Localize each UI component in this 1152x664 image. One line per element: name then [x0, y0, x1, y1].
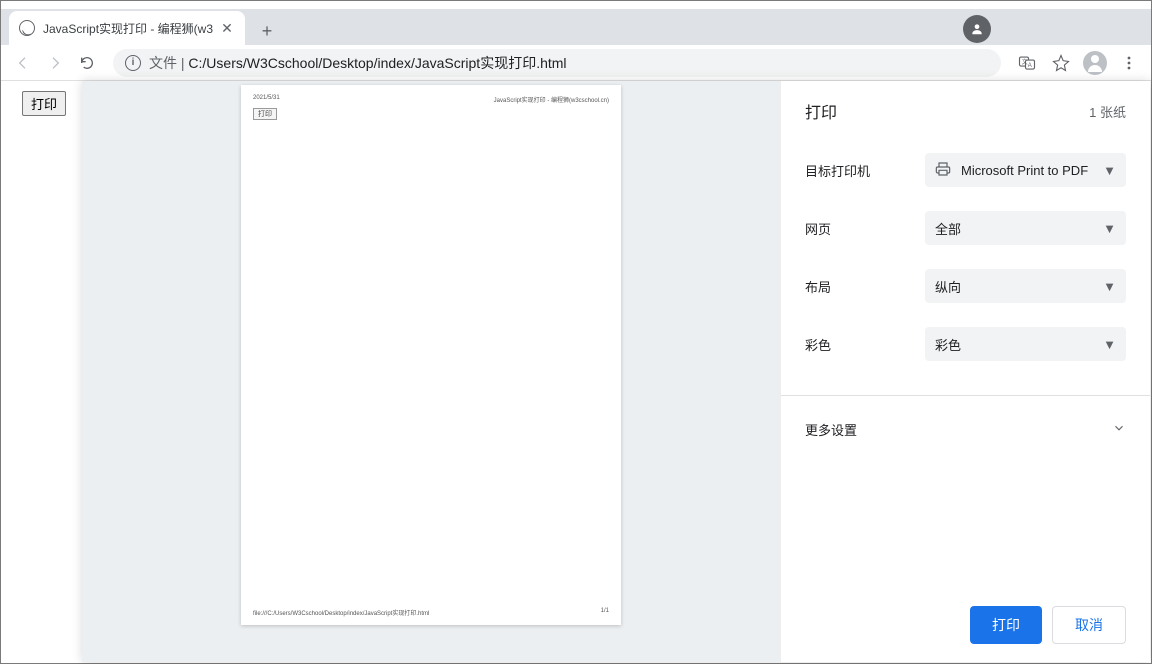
- destination-value: Microsoft Print to PDF: [961, 163, 1088, 178]
- preview-title: JavaScript实现打印 - 编程狮(w3cschool.cn): [494, 95, 609, 104]
- url-scheme: 文件: [149, 55, 177, 71]
- tab-close-button[interactable]: ✕: [219, 20, 235, 36]
- more-settings-toggle[interactable]: 更多设置: [805, 416, 1126, 443]
- page-content: 打印: [2, 81, 82, 662]
- color-label: 彩色: [805, 335, 925, 354]
- color-value: 彩色: [935, 335, 961, 354]
- profile-button[interactable]: [1081, 49, 1109, 77]
- bookmark-icon[interactable]: [1047, 49, 1075, 77]
- chevron-down-icon: ▼: [1103, 279, 1116, 294]
- printer-icon: [935, 161, 951, 180]
- divider: [781, 395, 1150, 396]
- chevron-down-icon: ▼: [1103, 337, 1116, 352]
- chevron-down-icon: [1112, 421, 1126, 438]
- pages-label: 网页: [805, 219, 925, 238]
- back-button[interactable]: [9, 49, 37, 77]
- print-button[interactable]: 打印: [970, 606, 1042, 644]
- more-settings-label: 更多设置: [805, 420, 857, 439]
- layout-select[interactable]: 纵向 ▼: [925, 269, 1126, 303]
- chevron-down-icon: ▼: [1103, 163, 1116, 178]
- svg-text:文: 文: [1022, 57, 1028, 65]
- chevron-down-icon: ▼: [1103, 221, 1116, 236]
- preview-footer-url: file:///C:/Users/W3Cschool/Desktop/index…: [253, 608, 429, 617]
- browser-toolbar: i 文件 | C:/Users/W3Cschool/Desktop/index/…: [1, 45, 1151, 81]
- destination-label: 目标打印机: [805, 161, 925, 180]
- preview-date: 2021/5/31: [253, 95, 280, 104]
- destination-select[interactable]: Microsoft Print to PDF ▼: [925, 153, 1126, 187]
- layout-label: 布局: [805, 277, 925, 296]
- preview-page-number: 1/1: [601, 608, 609, 617]
- avatar-icon: [1083, 51, 1107, 75]
- globe-icon: [19, 20, 35, 36]
- print-preview-pane[interactable]: 2021/5/31 JavaScript实现打印 - 编程狮(w3cschool…: [82, 81, 780, 662]
- dialog-actions: 打印 取消: [805, 594, 1126, 644]
- page-print-button[interactable]: 打印: [22, 91, 66, 116]
- info-icon[interactable]: i: [125, 55, 141, 71]
- pages-value: 全部: [935, 219, 961, 238]
- sheet-count: 1 张纸: [1089, 102, 1126, 121]
- color-select[interactable]: 彩色 ▼: [925, 327, 1126, 361]
- new-tab-button[interactable]: +: [253, 17, 281, 45]
- profile-badge-icon[interactable]: [963, 15, 991, 43]
- address-bar[interactable]: i 文件 | C:/Users/W3Cschool/Desktop/index/…: [113, 49, 1001, 77]
- preview-mini-button: 打印: [253, 108, 277, 120]
- translate-icon[interactable]: 文A: [1013, 49, 1041, 77]
- color-row: 彩色 彩色 ▼: [805, 327, 1126, 361]
- print-dialog: 2021/5/31 JavaScript实现打印 - 编程狮(w3cschool…: [82, 81, 1150, 662]
- preview-page: 2021/5/31 JavaScript实现打印 - 编程狮(w3cschool…: [241, 85, 621, 625]
- layout-row: 布局 纵向 ▼: [805, 269, 1126, 303]
- destination-row: 目标打印机 Microsoft Print to PDF ▼: [805, 153, 1126, 187]
- svg-text:A: A: [1028, 62, 1032, 68]
- url-path: C:/Users/W3Cschool/Desktop/index/JavaScr…: [188, 55, 566, 71]
- layout-value: 纵向: [935, 277, 961, 296]
- pages-select[interactable]: 全部 ▼: [925, 211, 1126, 245]
- menu-button[interactable]: [1115, 49, 1143, 77]
- tab-strip: JavaScript实现打印 - 编程狮(w3 ✕ +: [1, 9, 1151, 45]
- reload-button[interactable]: [73, 49, 101, 77]
- forward-button[interactable]: [41, 49, 69, 77]
- tab-active[interactable]: JavaScript实现打印 - 编程狮(w3 ✕: [9, 11, 245, 45]
- dialog-title: 打印: [805, 99, 837, 123]
- cancel-button[interactable]: 取消: [1052, 606, 1126, 644]
- tab-title: JavaScript实现打印 - 编程狮(w3: [43, 20, 213, 37]
- pages-row: 网页 全部 ▼: [805, 211, 1126, 245]
- print-settings-pane: 打印 1 张纸 目标打印机 Microsoft Print to PDF ▼ 网…: [780, 81, 1150, 662]
